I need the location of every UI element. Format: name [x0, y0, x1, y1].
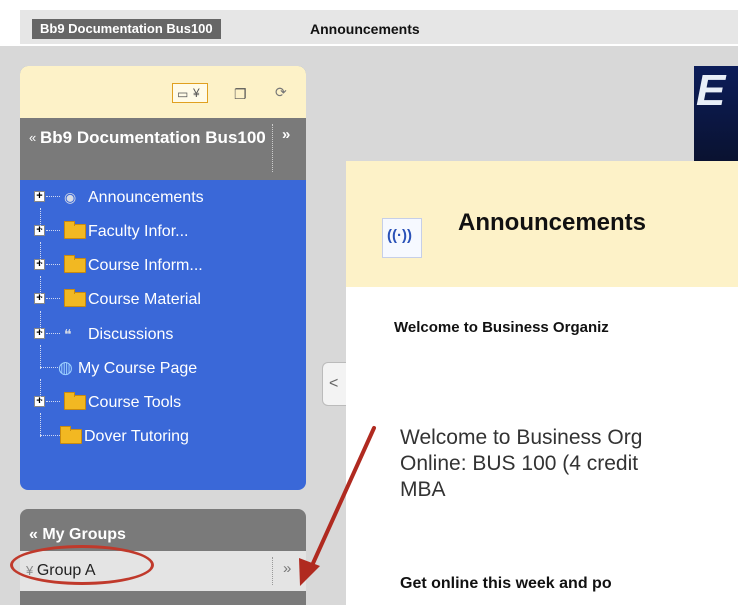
- tree-connector: [40, 435, 60, 436]
- menu-item-discussions[interactable]: + ❝ Discussions: [20, 311, 306, 347]
- breadcrumb-current-page: Announcements: [310, 21, 420, 37]
- expand-tree-icon[interactable]: +: [34, 191, 45, 202]
- folder-icon: [60, 426, 82, 444]
- menu-item-label: Course Inform...: [88, 257, 203, 274]
- announcement-body: Welcome to Business Org Online: BUS 100 …: [400, 425, 642, 503]
- chevron-left-icon: <: [329, 375, 339, 392]
- institution-banner: E: [694, 66, 738, 162]
- tree-connector: [40, 276, 41, 300]
- menu-toolbar: ▭ ¥ ❐ ⟳: [20, 66, 306, 118]
- tree-connector: [40, 311, 41, 335]
- page-title: Announcements: [458, 209, 647, 236]
- menu-item-course-tools[interactable]: + Course Tools: [20, 379, 306, 415]
- folder-icon: [64, 221, 86, 239]
- folder-view-icon: ▭: [177, 87, 189, 101]
- expand-icon[interactable]: »: [282, 126, 290, 143]
- tree-connector: [46, 196, 60, 197]
- tree-connector: [40, 242, 41, 266]
- globe-icon: ◍: [58, 358, 73, 377]
- menu-item-label: Discussions: [88, 326, 174, 343]
- menu-item-dover-tutoring[interactable]: Dover Tutoring: [20, 413, 306, 449]
- folder-icon: [64, 392, 86, 410]
- chevron-down-icon: ¥: [193, 86, 200, 100]
- tree-connector: [46, 264, 60, 265]
- breadcrumb-course-link[interactable]: Bb9 Documentation Bus100: [32, 19, 221, 39]
- new-window-icon[interactable]: ❐: [234, 86, 247, 103]
- announcement-intro: Welcome to Business Organiz: [394, 319, 609, 336]
- announcement-icon: ◉: [64, 189, 77, 205]
- menu-item-faculty-info[interactable]: + Faculty Infor...: [20, 208, 306, 244]
- divider: [272, 124, 273, 172]
- tree-connector: [46, 401, 60, 402]
- folder-view-button[interactable]: ▭ ¥: [172, 83, 208, 103]
- menu-item-my-course-page[interactable]: ◍ My Course Page: [20, 345, 306, 381]
- refresh-icon[interactable]: ⟳: [275, 84, 287, 101]
- folder-icon: [64, 255, 86, 273]
- collapse-icon: «: [29, 526, 43, 543]
- discussion-icon: ❝: [64, 326, 72, 342]
- menu-item-label: Course Material: [88, 291, 201, 308]
- announcement-icon: ((·)): [382, 218, 422, 258]
- menu-item-label: Dover Tutoring: [84, 428, 189, 445]
- menu-item-course-material[interactable]: + Course Material: [20, 276, 306, 312]
- menu-item-label: Announcements: [88, 189, 204, 206]
- my-groups-title: My Groups: [42, 526, 126, 543]
- expand-icon[interactable]: »: [283, 560, 291, 577]
- tree-connector: [46, 298, 60, 299]
- announcement-body-line: MBA: [400, 478, 446, 501]
- banner-logo-text: E: [696, 66, 726, 115]
- divider: [272, 557, 273, 585]
- collapse-menu-handle[interactable]: <: [322, 362, 346, 406]
- menu-item-label: Course Tools: [88, 394, 182, 411]
- menu-item-label: Faculty Infor...: [88, 223, 189, 240]
- tree-connector: [46, 333, 60, 334]
- tree-connector: [40, 413, 41, 437]
- course-menu-panel: ▭ ¥ ❐ ⟳ « Bb9 Documentation Bus100 » + ◉…: [20, 66, 306, 490]
- content-area: ((·)) Announcements Welcome to Business …: [346, 161, 738, 605]
- course-menu-title[interactable]: Bb9 Documentation Bus100: [40, 126, 272, 149]
- tree-connector: [40, 345, 41, 369]
- menu-item-announcements[interactable]: + ◉ Announcements: [20, 186, 306, 210]
- tree-connector: [40, 379, 41, 403]
- annotation-circle: [10, 545, 154, 585]
- menu-item-label: My Course Page: [78, 360, 198, 377]
- folder-icon: [64, 289, 86, 307]
- collapse-icon[interactable]: «: [29, 130, 36, 145]
- course-menu-header: « Bb9 Documentation Bus100 »: [20, 118, 306, 180]
- menu-item-course-info[interactable]: + Course Inform...: [20, 242, 306, 278]
- tree-connector: [40, 367, 60, 368]
- announcement-body-line: Online: BUS 100 (4 credit: [400, 452, 639, 475]
- tree-connector: [46, 230, 60, 231]
- tree-connector: [40, 208, 41, 232]
- my-groups-header[interactable]: « My Groups: [29, 526, 126, 544]
- announcement-cta: Get online this week and po: [400, 575, 612, 592]
- content-header: ((·)) Announcements: [346, 161, 738, 287]
- announcement-body-line: Welcome to Business Org: [400, 426, 643, 449]
